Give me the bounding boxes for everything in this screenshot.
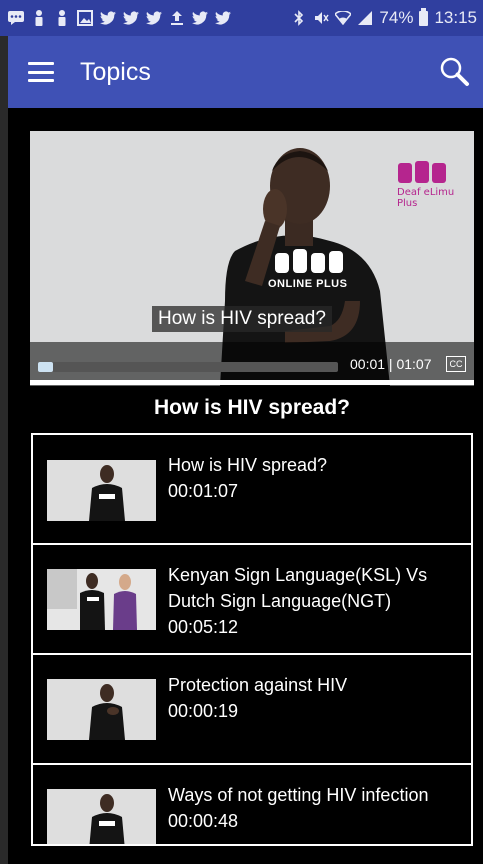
- person-notification-icon: [54, 10, 70, 26]
- upload-icon: [169, 10, 185, 26]
- video-thumbnail: [47, 679, 156, 740]
- video-title-line: Kenyan Sign Language(KSL) Vs: [168, 565, 428, 585]
- video-thumbnail: [47, 789, 156, 844]
- twitter-icon: [100, 10, 116, 26]
- twitter-icon: [192, 10, 208, 26]
- menu-icon[interactable]: [28, 62, 54, 82]
- search-icon[interactable]: [439, 56, 471, 88]
- mute-icon: [313, 10, 330, 26]
- video-duration: 00:00:19: [168, 701, 239, 721]
- video-title-line: Dutch Sign Language(NGT): [168, 591, 392, 611]
- clock: 13:15: [434, 8, 477, 27]
- video-title: Kenyan Sign Language(KSL) Vs Dutch Sign …: [168, 562, 427, 614]
- video-player[interactable]: Deaf eLimu Plus ONLINE PLUS How is HIV s…: [30, 131, 474, 386]
- video-title: How is HIV spread?: [168, 455, 328, 475]
- player-divider: [30, 380, 474, 385]
- seek-progress: [38, 362, 53, 372]
- video-duration: 00:01:07: [168, 481, 239, 501]
- video-thumbnail: [47, 569, 156, 630]
- video-info: Ways of not getting HIV infection 00:00:…: [168, 782, 428, 834]
- video-list: How is HIV spread? 00:01:07 Kenyan Sign …: [31, 433, 473, 846]
- closed-captions-button[interactable]: CC: [446, 356, 466, 372]
- image-notification-icon: [77, 10, 93, 26]
- twitter-icon: [215, 10, 231, 26]
- time-display: 00:01 | 01:07: [350, 356, 432, 372]
- list-item[interactable]: Ways of not getting HIV infection 00:00:…: [33, 765, 471, 844]
- video-title: Ways of not getting HIV infection: [168, 785, 429, 805]
- wifi-icon: [335, 10, 352, 26]
- video-caption: How is HIV spread?: [152, 306, 332, 332]
- shirt-text: ONLINE PLUS: [268, 278, 348, 290]
- list-item[interactable]: Protection against HIV 00:00:19: [33, 655, 471, 765]
- battery-icon: [419, 7, 429, 26]
- bluetooth-icon: [291, 10, 307, 26]
- battery-percent: 74%: [379, 8, 414, 27]
- video-thumbnail: [47, 460, 156, 521]
- list-item[interactable]: Kenyan Sign Language(KSL) Vs Dutch Sign …: [33, 545, 471, 655]
- brand-watermark: Deaf eLimu Plus: [397, 187, 455, 209]
- signal-icon: [357, 10, 373, 26]
- screen-edge: [0, 0, 8, 864]
- now-playing-title: How is HIV spread?: [153, 396, 351, 419]
- video-duration: 00:05:12: [168, 617, 239, 637]
- video-info: How is HIV spread? 00:01:07: [168, 452, 327, 504]
- twitter-icon: [123, 10, 139, 26]
- video-duration: 00:00:48: [168, 811, 239, 831]
- video-info: Kenyan Sign Language(KSL) Vs Dutch Sign …: [168, 562, 427, 640]
- chat-notification-icon: [8, 10, 24, 26]
- twitter-icon: [146, 10, 162, 26]
- person-notification-icon: [31, 10, 47, 26]
- app-bar: Topics: [8, 36, 483, 108]
- page-title: Topics: [80, 57, 151, 86]
- status-bar: 74% 13:15: [0, 0, 483, 36]
- video-info: Protection against HIV 00:00:19: [168, 672, 347, 724]
- notification-icons: [8, 10, 231, 26]
- video-title: Protection against HIV: [168, 675, 348, 695]
- system-icons: 74% 13:15: [291, 7, 477, 28]
- list-item[interactable]: How is HIV spread? 00:01:07: [33, 435, 471, 545]
- seek-bar[interactable]: [38, 362, 338, 372]
